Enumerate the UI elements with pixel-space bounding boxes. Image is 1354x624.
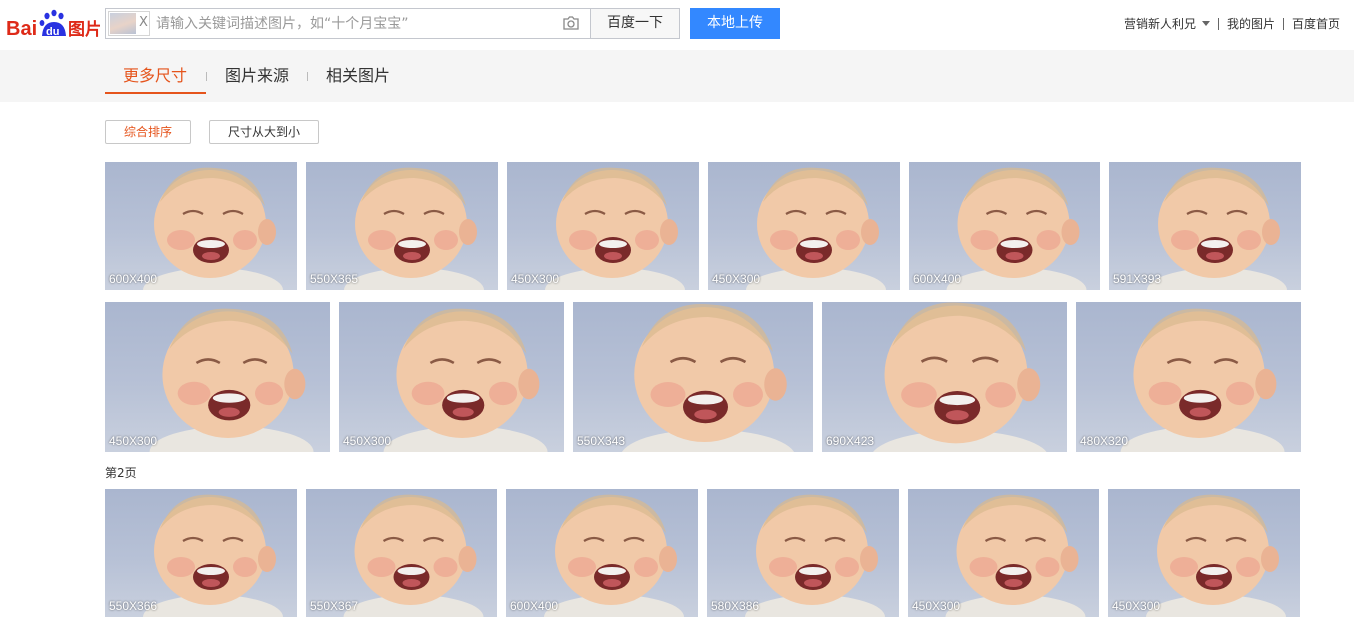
result-image[interactable]: 690X423	[822, 302, 1067, 452]
image-size-label: 600X400	[510, 599, 559, 613]
baidu-logo[interactable]: Bai du 图片	[6, 8, 100, 40]
image-size-label: 550X365	[310, 272, 359, 286]
baby-photo	[745, 494, 885, 617]
tab-more-sizes[interactable]: 更多尺寸	[105, 64, 206, 94]
sort-comprehensive-button[interactable]: 综合排序	[105, 120, 191, 144]
baby-photo	[873, 302, 1047, 452]
result-image[interactable]: 591X393	[1109, 162, 1301, 290]
search-button[interactable]: 百度一下	[590, 8, 680, 39]
tab-related-images[interactable]: 相关图片	[326, 64, 390, 94]
result-image[interactable]: 450X300	[339, 302, 564, 452]
divider	[1217, 17, 1219, 30]
query-image-thumbnail	[110, 13, 136, 34]
image-size-label: 450X300	[712, 272, 761, 286]
tab-divider	[206, 72, 207, 81]
remove-query-image-button[interactable]: X	[139, 14, 148, 32]
baby-photo	[383, 308, 548, 452]
result-image[interactable]: 450X300	[908, 489, 1099, 617]
baby-photo	[945, 494, 1086, 617]
baby-photo	[143, 494, 283, 617]
image-size-label: 450X300	[1112, 599, 1161, 613]
baby-photo	[621, 304, 795, 452]
baby-photo	[344, 167, 484, 290]
tab-image-source[interactable]: 图片来源	[225, 64, 289, 94]
image-size-label: 600X400	[109, 272, 158, 286]
result-image[interactable]: 600X400	[506, 489, 698, 617]
baby-photo	[545, 167, 685, 290]
page-2-label: 第2页	[105, 466, 137, 480]
image-size-label: 550X343	[577, 434, 626, 448]
baby-photo	[343, 494, 484, 617]
result-image[interactable]: 550X366	[105, 489, 297, 617]
svg-text:图片: 图片	[68, 19, 100, 40]
result-image[interactable]: 600X400	[909, 162, 1100, 290]
baidu-home-link[interactable]: 百度首页	[1292, 15, 1340, 32]
chevron-down-icon[interactable]	[1201, 21, 1210, 26]
camera-icon[interactable]	[562, 15, 580, 31]
result-image[interactable]: 550X365	[306, 162, 498, 290]
divider	[1282, 17, 1284, 30]
top-header: Bai du 图片 X 百度一下 本地上传 营销新人利兄 我的图片 百度首页	[0, 0, 1354, 48]
result-image[interactable]: 450X300	[507, 162, 699, 290]
svg-text:Bai: Bai	[6, 18, 37, 40]
image-size-label: 450X300	[343, 434, 392, 448]
image-size-label: 591X393	[1113, 272, 1162, 286]
baby-photo	[544, 494, 684, 617]
baby-photo	[1147, 167, 1287, 290]
my-images-link[interactable]: 我的图片	[1227, 15, 1275, 32]
image-size-label: 450X300	[109, 434, 158, 448]
result-image[interactable]: 550X367	[306, 489, 497, 617]
result-image[interactable]: 450X300	[105, 302, 330, 452]
image-size-label: 600X400	[913, 272, 962, 286]
search-input[interactable]	[156, 9, 556, 38]
query-image-chip: X	[108, 11, 150, 36]
result-image[interactable]: 550X343	[573, 302, 813, 452]
image-size-label: 550X367	[310, 599, 359, 613]
baby-photo	[143, 167, 283, 290]
svg-text:du: du	[46, 26, 59, 38]
result-image[interactable]: 600X400	[105, 162, 297, 290]
tab-divider	[307, 72, 308, 81]
baby-photo	[1146, 494, 1286, 617]
image-size-label: 690X423	[826, 434, 875, 448]
baby-photo	[149, 308, 314, 452]
baby-photo	[946, 167, 1087, 290]
result-image[interactable]: 480X320	[1076, 302, 1301, 452]
upload-local-button[interactable]: 本地上传	[690, 8, 780, 39]
baby-photo	[746, 167, 886, 290]
image-size-label: 450X300	[511, 272, 560, 286]
result-image[interactable]: 580X386	[707, 489, 899, 617]
baby-photo	[1120, 308, 1285, 452]
user-menu-link[interactable]: 营销新人利兄	[1124, 15, 1196, 32]
image-size-label: 450X300	[912, 599, 961, 613]
result-image[interactable]: 450X300	[1108, 489, 1300, 617]
sort-size-desc-button[interactable]: 尺寸从大到小	[209, 120, 319, 144]
image-size-label: 480X320	[1080, 434, 1129, 448]
result-tabs: 更多尺寸 图片来源 相关图片	[0, 50, 1354, 102]
search-box: X	[105, 8, 591, 39]
image-size-label: 580X386	[711, 599, 760, 613]
result-image[interactable]: 450X300	[708, 162, 900, 290]
top-links: 营销新人利兄 我的图片 百度首页	[1124, 15, 1340, 32]
image-size-label: 550X366	[109, 599, 158, 613]
